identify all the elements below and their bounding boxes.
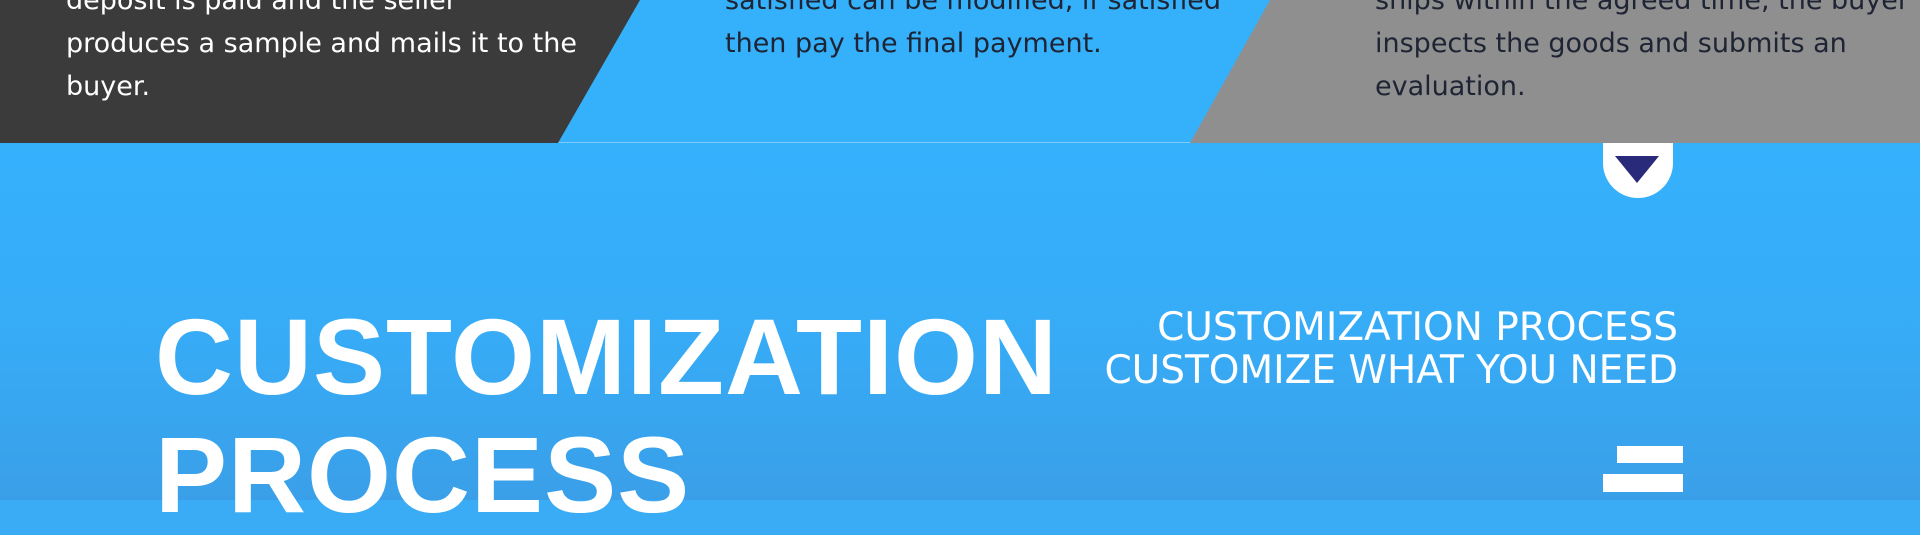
step-3-description: ships within the agreed time, the buyer … — [1375, 0, 1909, 102]
page-title: CUSTOMIZATION PROCESS — [155, 298, 1058, 534]
step-2-description: satisfied can be modified, if satisfied … — [725, 0, 1222, 59]
title-line-2: PROCESS — [155, 414, 691, 535]
subtitle-line-1: CUSTOMIZATION PROCESS — [1157, 305, 1678, 350]
page-subtitle: CUSTOMIZATION PROCESS CUSTOMIZE WHAT YOU… — [1060, 306, 1678, 392]
menu-icon-bar-bottom — [1603, 474, 1683, 492]
subtitle-line-2: CUSTOMIZE WHAT YOU NEED — [1104, 348, 1678, 393]
menu-icon-bar-top — [1617, 446, 1683, 463]
step-1-description: deposit is paid and the seller produces … — [66, 0, 577, 102]
menu-icon[interactable] — [1603, 446, 1683, 500]
title-line-1: CUSTOMIZATION — [155, 296, 1058, 417]
chevron-down-icon[interactable] — [1615, 156, 1659, 183]
